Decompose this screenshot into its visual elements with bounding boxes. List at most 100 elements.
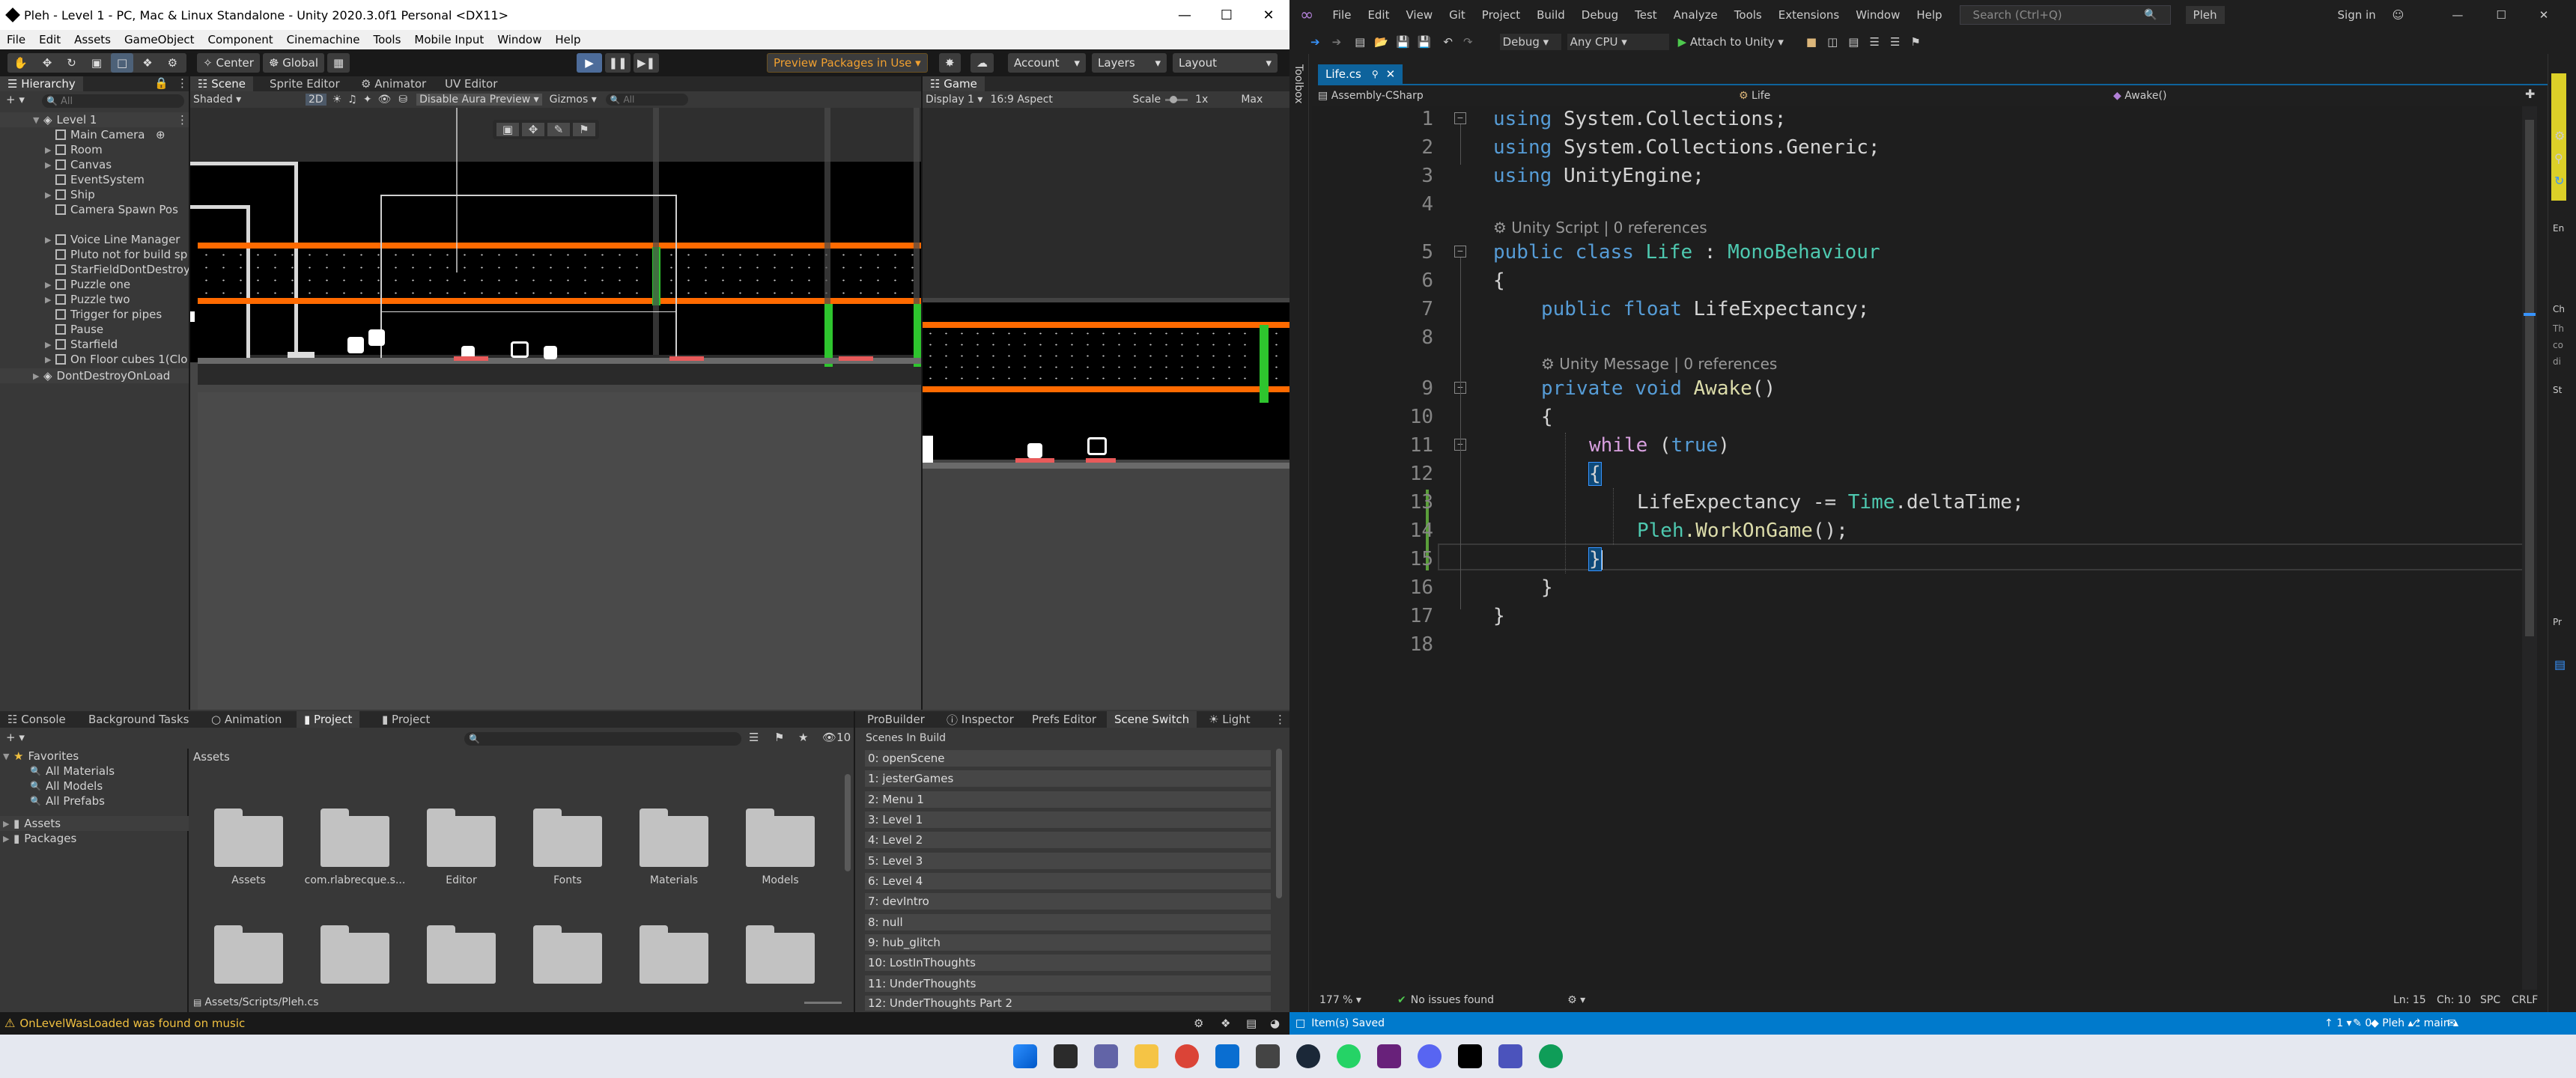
tab-life-cs[interactable]: Life.cs ⚲ ✕ — [1318, 64, 1403, 84]
vs-maximize-button[interactable]: ☐ — [2488, 8, 2514, 22]
custom-tool-icon[interactable]: ⚙ — [161, 53, 184, 73]
config-dropdown[interactable]: Debug ▾ — [1499, 34, 1561, 50]
project-add-button[interactable]: + ▾ — [6, 731, 25, 744]
gear-icon[interactable]: ⚙ — [2554, 129, 2565, 144]
steam-icon[interactable] — [1296, 1044, 1320, 1068]
status-message[interactable]: OnLevelWasLoaded was found on music — [19, 1017, 245, 1030]
tab-probuilder[interactable]: ProBuilder — [860, 711, 932, 728]
collapse-icon[interactable]: − — [1454, 246, 1466, 258]
hierarchy-add-button[interactable]: + ▾ — [6, 93, 25, 106]
hierarchy-item-scene[interactable]: ▼ ◈ Level 1 ⋮ — [0, 112, 189, 127]
folder-icon[interactable] — [640, 925, 708, 984]
scale-slider[interactable] — [1165, 95, 1188, 103]
step-button[interactable]: ▶❚ — [634, 53, 659, 73]
hierarchy-item[interactable]: ▶ Puzzle one — [0, 277, 189, 292]
pivot-global-button[interactable]: ☸ Global — [262, 53, 325, 73]
minimize-button[interactable]: — — [1164, 0, 1206, 30]
spc-indicator[interactable]: SPC — [2480, 994, 2500, 1006]
scene-button[interactable]: 5: Level 3 — [865, 853, 1271, 869]
scene-button[interactable]: 12: UnderThoughts Part 2 — [865, 996, 1271, 1011]
hierarchy-item[interactable]: ▶ Starfield — [0, 337, 189, 352]
display-dropdown[interactable]: Display 1 ▾ — [926, 94, 982, 106]
scene-button[interactable]: 9: hub_glitch — [865, 934, 1271, 951]
favorite-item[interactable]: 🔍 All Prefabs — [0, 794, 189, 808]
tab-animation[interactable]: ○ Animation — [204, 711, 290, 728]
favorites-header[interactable]: ▼ ★ Favorites — [0, 749, 189, 764]
ch-indicator[interactable]: Ch: 10 — [2437, 994, 2471, 1006]
expand-arrow-icon[interactable]: ▶ — [3, 819, 13, 829]
undo-icon[interactable]: ↶ — [1443, 35, 1453, 49]
account-icon[interactable]: ☺ — [2384, 8, 2413, 22]
folder-icon[interactable] — [321, 925, 389, 984]
hierarchy-item[interactable]: Main Camera ⊕ — [0, 127, 189, 142]
hierarchy-search-input[interactable]: 🔍 All — [42, 94, 184, 108]
hierarchy-item[interactable]: ▶ Puzzle two — [0, 292, 189, 307]
toolbar-icon[interactable]: ■ — [1806, 35, 1817, 49]
play-button[interactable]: ▶ — [577, 53, 602, 73]
tab-light[interactable]: ☀ Light — [1201, 711, 1258, 728]
menu-mobile-input[interactable]: Mobile Input — [407, 33, 490, 46]
save-all-icon[interactable]: 💾 — [1418, 35, 1432, 49]
expand-arrow-icon[interactable]: ▶ — [45, 235, 55, 245]
hierarchy-item[interactable]: ▶ Ship — [0, 187, 189, 202]
favorite-item[interactable]: 🔍 All Materials — [0, 764, 189, 779]
vs-menu-analyze[interactable]: Analyze — [1665, 8, 1726, 22]
editor-scrollbar[interactable] — [2522, 106, 2537, 990]
tab-hierarchy[interactable]: ☰ Hierarchy — [0, 76, 83, 91]
menu-component[interactable]: Component — [201, 33, 280, 46]
open-icon[interactable]: 📂 — [1374, 35, 1388, 49]
vs-search-input[interactable]: Search (Ctrl+Q) 🔍 — [1959, 5, 2171, 25]
back-icon[interactable]: ➔ — [1310, 35, 1320, 49]
scene-viewport[interactable]: ▣ ✥ ✎ ⚑ — [190, 108, 921, 710]
aura-preview-button[interactable]: Disable Aura Preview ▾ — [416, 94, 542, 106]
folder-icon[interactable] — [214, 925, 283, 984]
teams-chat-icon[interactable] — [1094, 1044, 1118, 1068]
transform-tool-icon[interactable]: ❖ — [136, 53, 159, 73]
hierarchy-item-scene[interactable]: ▶ ◈ DontDestroyOnLoad — [0, 368, 189, 383]
expand-arrow-icon[interactable]: ▶ — [45, 160, 55, 170]
tab-project[interactable]: ▮ Project — [297, 711, 360, 728]
save-icon[interactable]: 💾 — [1396, 35, 1410, 49]
menu-gameobject[interactable]: GameObject — [118, 33, 201, 46]
discord-icon[interactable] — [1418, 1044, 1442, 1068]
tab-animator[interactable]: ⚙ Animator — [353, 76, 434, 91]
cloud-icon[interactable]: ☁ — [970, 53, 994, 73]
scene-menu-icon[interactable]: ⋮ — [177, 113, 188, 127]
split-add-icon[interactable]: ✚ — [2525, 87, 2535, 102]
panel-menu-icon[interactable]: ⋮ — [1275, 713, 1286, 726]
new-item-icon[interactable]: ▤ — [1355, 35, 1365, 49]
toolbar-icon[interactable]: ☰ — [1869, 35, 1879, 49]
aspect-dropdown[interactable]: 16:9 Aspect — [990, 94, 1132, 106]
start-menu-icon[interactable] — [1013, 1044, 1037, 1068]
folder-icon[interactable] — [746, 925, 815, 984]
folder-icon[interactable] — [427, 808, 496, 867]
hidden-count-icon[interactable]: 👁10 — [822, 731, 851, 744]
expand-arrow-icon[interactable]: ▶ — [33, 371, 43, 381]
panel-icon[interactable]: ▤ — [2554, 657, 2566, 672]
scale-tool-icon[interactable]: ▣ — [85, 53, 109, 73]
unity-icon[interactable] — [1458, 1044, 1482, 1068]
pin-icon[interactable]: ⚲ — [1372, 69, 1379, 79]
scrollbar-thumb[interactable] — [2525, 120, 2534, 636]
expand-arrow-icon[interactable]: ▶ — [45, 190, 55, 200]
tab-console[interactable]: ☷ Console — [0, 711, 73, 728]
menu-cinemachine[interactable]: Cinemachine — [280, 33, 367, 46]
progress-icon[interactable]: ◕ — [1270, 1017, 1280, 1030]
hierarchy-item[interactable]: Pause — [0, 322, 189, 337]
cache-icon[interactable]: ▤ — [1246, 1017, 1257, 1030]
folder-icon[interactable] — [427, 925, 496, 984]
tab-inspector[interactable]: ⓘ Inspector — [939, 711, 1021, 728]
scene-button[interactable]: 10: LostInThoughts — [865, 954, 1271, 971]
scene-button[interactable]: 11: UnderThoughts — [865, 975, 1271, 992]
expand-arrow-icon[interactable]: ▶ — [45, 145, 55, 155]
hierarchy-item[interactable]: ▶ Room — [0, 142, 189, 157]
repo-indicator[interactable]: ◆ Pleh ▴ — [2371, 1017, 2414, 1029]
folder-icon[interactable] — [533, 808, 602, 867]
tab-sprite-editor[interactable]: Sprite Editor — [262, 76, 347, 91]
platform-dropdown[interactable]: Any CPU ▾ — [1567, 34, 1669, 50]
vs-menu-edit[interactable]: Edit — [1359, 8, 1397, 22]
issues-label[interactable]: No issues found — [1411, 994, 1494, 1006]
pencil-tool-icon[interactable]: ✎ — [547, 123, 570, 136]
member-dropdown[interactable]: ◆ Awake() — [2104, 90, 2166, 102]
effects-icon[interactable]: ✦ — [363, 94, 372, 106]
